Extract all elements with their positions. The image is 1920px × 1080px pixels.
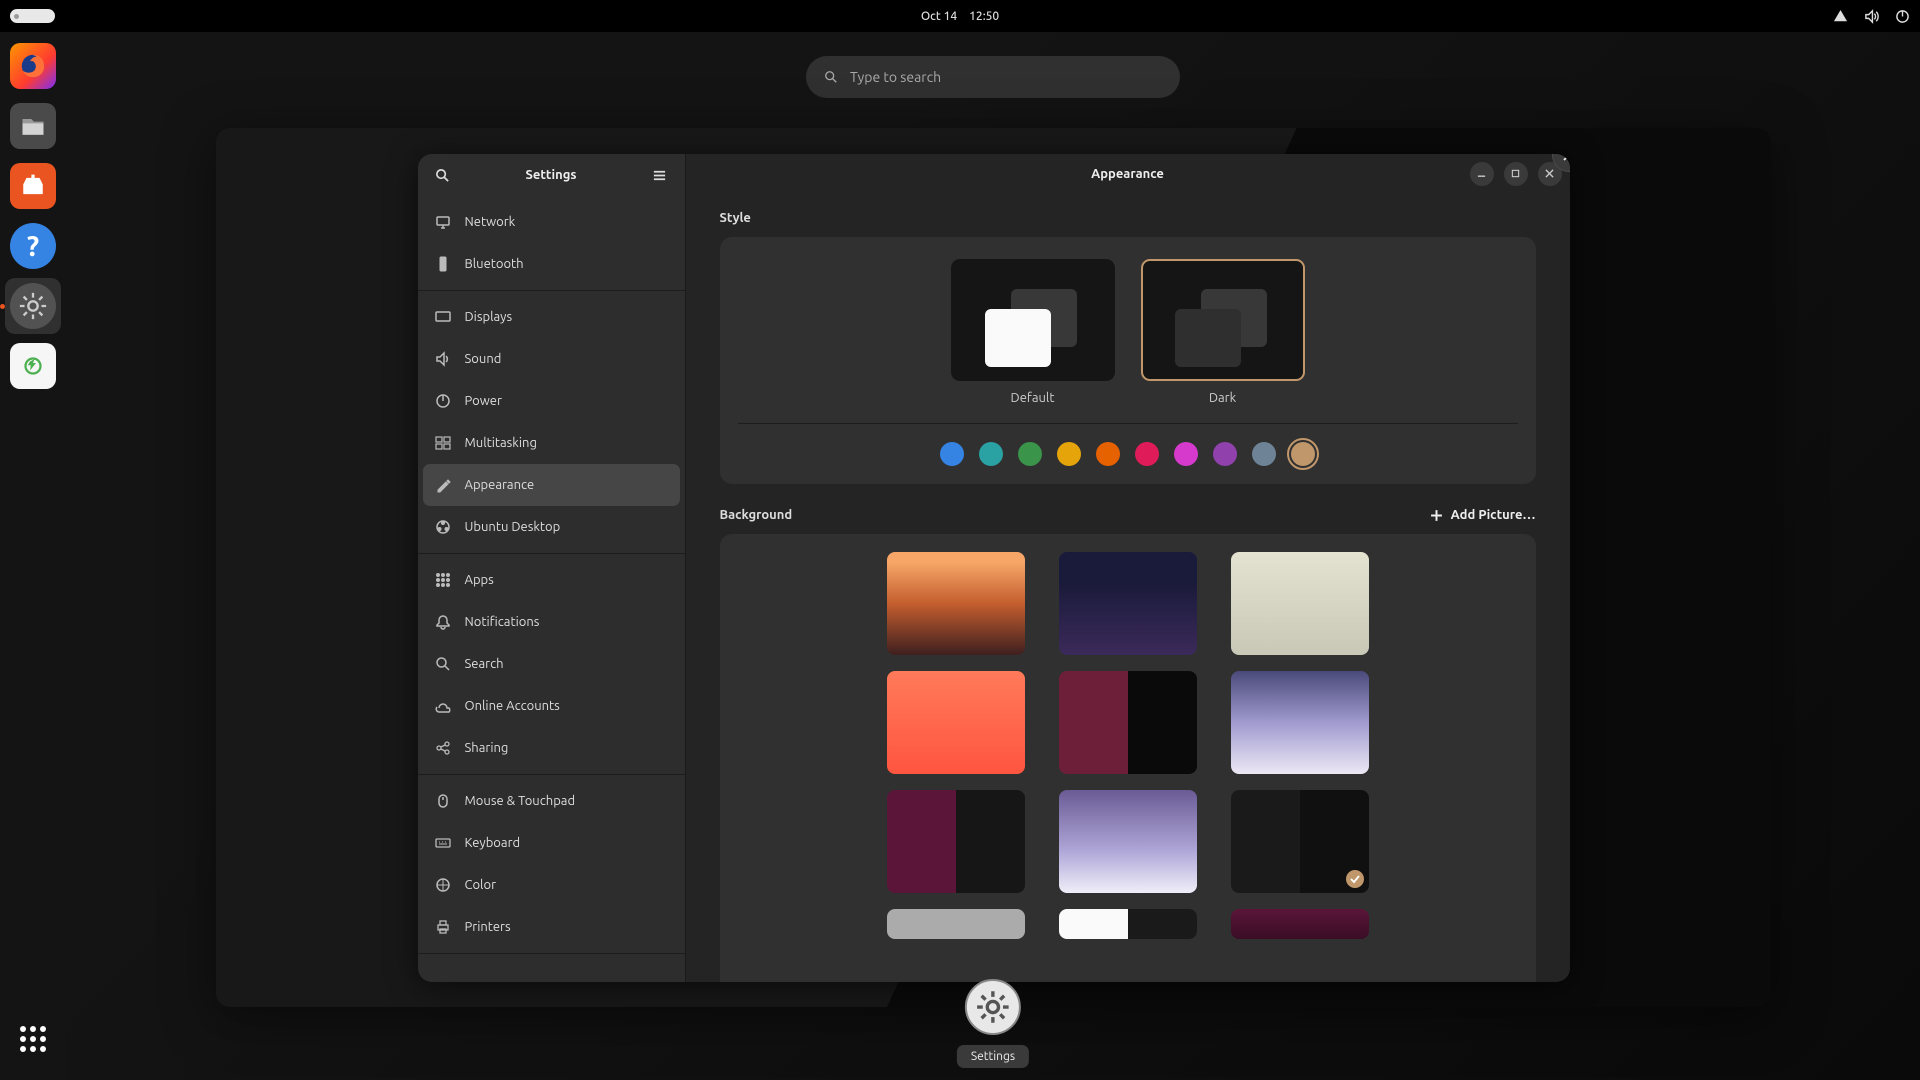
dock: ? xyxy=(0,32,66,1080)
accent-swatch[interactable] xyxy=(1291,442,1315,466)
settings-content: Appearance Style xyxy=(686,154,1570,982)
accent-swatch[interactable] xyxy=(1213,442,1237,466)
wallpaper-option[interactable] xyxy=(887,909,1025,939)
wallpaper-option[interactable] xyxy=(1059,552,1197,655)
wallpaper-option[interactable] xyxy=(1059,671,1197,774)
add-picture-button[interactable]: Add Picture… xyxy=(1430,508,1536,522)
network-icon[interactable] xyxy=(1833,9,1848,24)
accent-swatch[interactable] xyxy=(1057,442,1081,466)
settings-sidebar: Settings Network Bluetooth Displays Soun… xyxy=(418,154,686,982)
search-icon xyxy=(824,70,838,84)
sidebar-item-printers[interactable]: Printers xyxy=(423,906,680,948)
wallpaper-option[interactable] xyxy=(1231,909,1369,939)
sidebar-item-bluetooth[interactable]: Bluetooth xyxy=(423,243,680,285)
sidebar-item-network[interactable]: Network xyxy=(423,201,680,243)
sidebar-item-ubuntu-desktop[interactable]: Ubuntu Desktop xyxy=(423,506,680,548)
power-icon[interactable] xyxy=(1895,9,1910,24)
wallpaper-option[interactable] xyxy=(887,790,1025,893)
wallpaper-option[interactable] xyxy=(1059,790,1197,893)
background-section-label: Background xyxy=(720,508,793,522)
dock-trash[interactable] xyxy=(5,338,61,394)
check-icon xyxy=(1346,870,1364,888)
sidebar-item-sharing[interactable]: Sharing xyxy=(423,727,680,769)
dock-files[interactable] xyxy=(5,98,61,154)
sidebar-item-online-accounts[interactable]: Online Accounts xyxy=(423,685,680,727)
settings-app-icon xyxy=(965,979,1021,1035)
dock-software[interactable] xyxy=(5,158,61,214)
content-title: Appearance xyxy=(1091,167,1164,181)
wallpaper-option[interactable] xyxy=(1231,671,1369,774)
accent-swatch[interactable] xyxy=(1018,442,1042,466)
sidebar-item-keyboard[interactable]: Keyboard xyxy=(423,822,680,864)
wallpaper-grid xyxy=(720,534,1536,982)
date-label: Oct 14 xyxy=(921,10,957,23)
accent-swatch[interactable] xyxy=(1096,442,1120,466)
dock-show-apps[interactable] xyxy=(10,1016,56,1062)
sidebar-title: Settings xyxy=(456,168,647,182)
accent-swatch[interactable] xyxy=(1252,442,1276,466)
running-app-indicator[interactable]: Settings xyxy=(957,979,1029,1068)
sidebar-search-button[interactable] xyxy=(430,162,456,188)
sidebar-menu-button[interactable] xyxy=(647,162,673,188)
accent-color-row xyxy=(738,423,1518,466)
style-card: Default Dark xyxy=(720,237,1536,484)
sidebar-item-mouse[interactable]: Mouse & Touchpad xyxy=(423,780,680,822)
wallpaper-option[interactable] xyxy=(1231,552,1369,655)
sidebar-item-power[interactable]: Power xyxy=(423,380,680,422)
sidebar-item-appearance[interactable]: Appearance xyxy=(423,464,680,506)
style-default[interactable]: Default xyxy=(951,259,1115,405)
sidebar-item-notifications[interactable]: Notifications xyxy=(423,601,680,643)
volume-icon[interactable] xyxy=(1864,9,1879,24)
window-maximize[interactable] xyxy=(1504,162,1528,186)
plus-icon xyxy=(1430,509,1443,522)
desktop: Oct 14 12:50 ? Type to search xyxy=(0,0,1920,1080)
style-dark[interactable]: Dark xyxy=(1141,259,1305,405)
sidebar-item-search[interactable]: Search xyxy=(423,643,680,685)
accent-swatch[interactable] xyxy=(940,442,964,466)
search-placeholder: Type to search xyxy=(850,69,941,85)
top-bar: Oct 14 12:50 xyxy=(0,0,1920,32)
activities-button[interactable] xyxy=(10,9,55,23)
activities-overview: Type to search Settings Network Bluetoot… xyxy=(66,32,1920,1080)
window-minimize[interactable] xyxy=(1470,162,1494,186)
clock[interactable]: Oct 14 12:50 xyxy=(921,10,999,23)
wallpaper-option[interactable] xyxy=(887,552,1025,655)
dock-help[interactable]: ? xyxy=(5,218,61,274)
time-label: 12:50 xyxy=(969,10,999,23)
wallpaper-option[interactable] xyxy=(1231,790,1369,893)
workspace-thumbnail[interactable]: Settings Network Bluetooth Displays Soun… xyxy=(216,128,1771,1007)
sidebar-item-color[interactable]: Color xyxy=(423,864,680,906)
running-app-label: Settings xyxy=(957,1045,1029,1068)
sidebar-item-displays[interactable]: Displays xyxy=(423,296,680,338)
accent-swatch[interactable] xyxy=(1174,442,1198,466)
wallpaper-option[interactable] xyxy=(1059,909,1197,939)
sidebar-item-multitasking[interactable]: Multitasking xyxy=(423,422,680,464)
wallpaper-option[interactable] xyxy=(887,671,1025,774)
style-section-label: Style xyxy=(720,211,1536,225)
sidebar-item-apps[interactable]: Apps xyxy=(423,559,680,601)
sidebar-item-sound[interactable]: Sound xyxy=(423,338,680,380)
dock-firefox[interactable] xyxy=(5,38,61,94)
search-field[interactable]: Type to search xyxy=(806,56,1180,98)
accent-swatch[interactable] xyxy=(1135,442,1159,466)
dock-settings[interactable] xyxy=(5,278,61,334)
settings-window: Settings Network Bluetooth Displays Soun… xyxy=(418,154,1570,982)
accent-swatch[interactable] xyxy=(979,442,1003,466)
